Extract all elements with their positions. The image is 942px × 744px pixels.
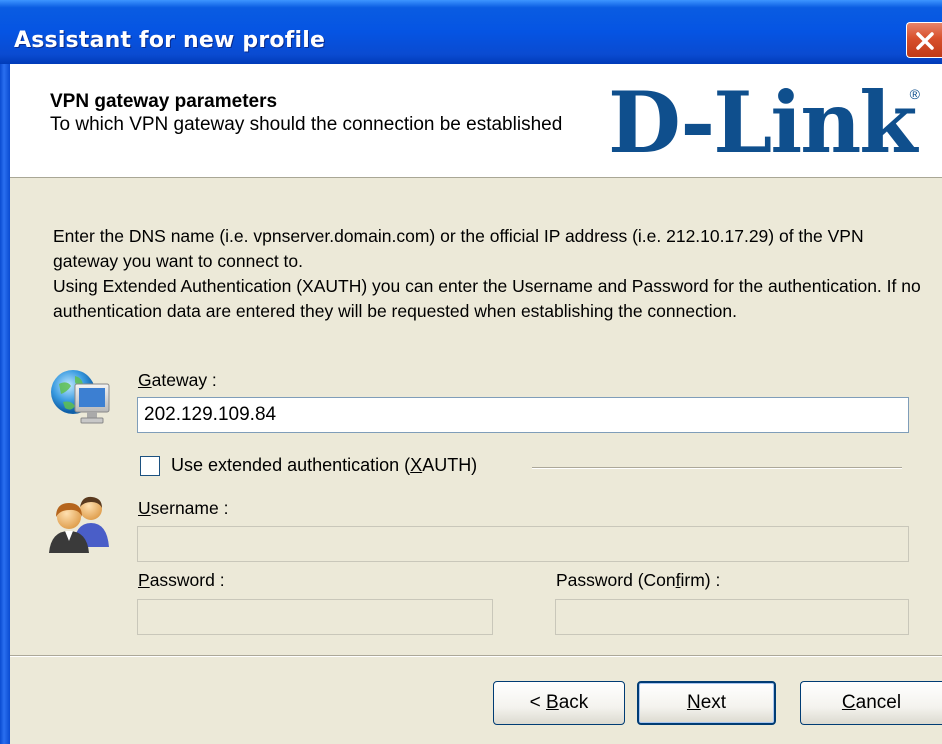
xauth-group-divider bbox=[532, 467, 902, 469]
password-confirm-label: Password (Confirm) : bbox=[556, 570, 721, 590]
page-title: VPN gateway parameters bbox=[50, 91, 278, 112]
xauth-label[interactable]: Use extended authentication (XAUTH) bbox=[171, 455, 477, 476]
password-confirm-input[interactable] bbox=[555, 599, 909, 635]
page-subtitle: To which VPN gateway should the connecti… bbox=[50, 114, 563, 135]
username-input[interactable] bbox=[137, 526, 909, 562]
window-title: Assistant for new profile bbox=[14, 28, 326, 53]
title-bar[interactable]: Assistant for new profile bbox=[0, 0, 942, 65]
username-label: Username : bbox=[138, 498, 229, 518]
logo-text: D-Link bbox=[608, 73, 918, 172]
gateway-input[interactable]: 202.129.109.84 bbox=[137, 397, 909, 433]
button-divider bbox=[10, 655, 942, 657]
window-left-border bbox=[0, 64, 10, 744]
wizard-header: VPN gateway parameters To which VPN gate… bbox=[10, 64, 942, 178]
instructions: Enter the DNS name (i.e. vpnserver.domai… bbox=[53, 224, 923, 324]
dlink-logo: D-Link ® bbox=[608, 80, 920, 166]
users-icon bbox=[49, 496, 109, 553]
cancel-button[interactable]: Cancel bbox=[800, 681, 942, 725]
gateway-label: Gateway : bbox=[138, 370, 217, 390]
logo-registered-mark: ® bbox=[909, 86, 920, 102]
network-globe-icon bbox=[51, 370, 110, 424]
next-button[interactable]: Next bbox=[637, 681, 776, 725]
instructions-para2: Using Extended Authentication (XAUTH) yo… bbox=[53, 276, 921, 321]
password-input[interactable] bbox=[137, 599, 493, 635]
password-label: Password : bbox=[138, 570, 225, 590]
close-button[interactable] bbox=[906, 22, 942, 58]
close-icon bbox=[916, 32, 934, 50]
xauth-checkbox[interactable] bbox=[140, 456, 160, 476]
instructions-para1: Enter the DNS name (i.e. vpnserver.domai… bbox=[53, 226, 864, 271]
back-button[interactable]: < Back bbox=[493, 681, 625, 725]
